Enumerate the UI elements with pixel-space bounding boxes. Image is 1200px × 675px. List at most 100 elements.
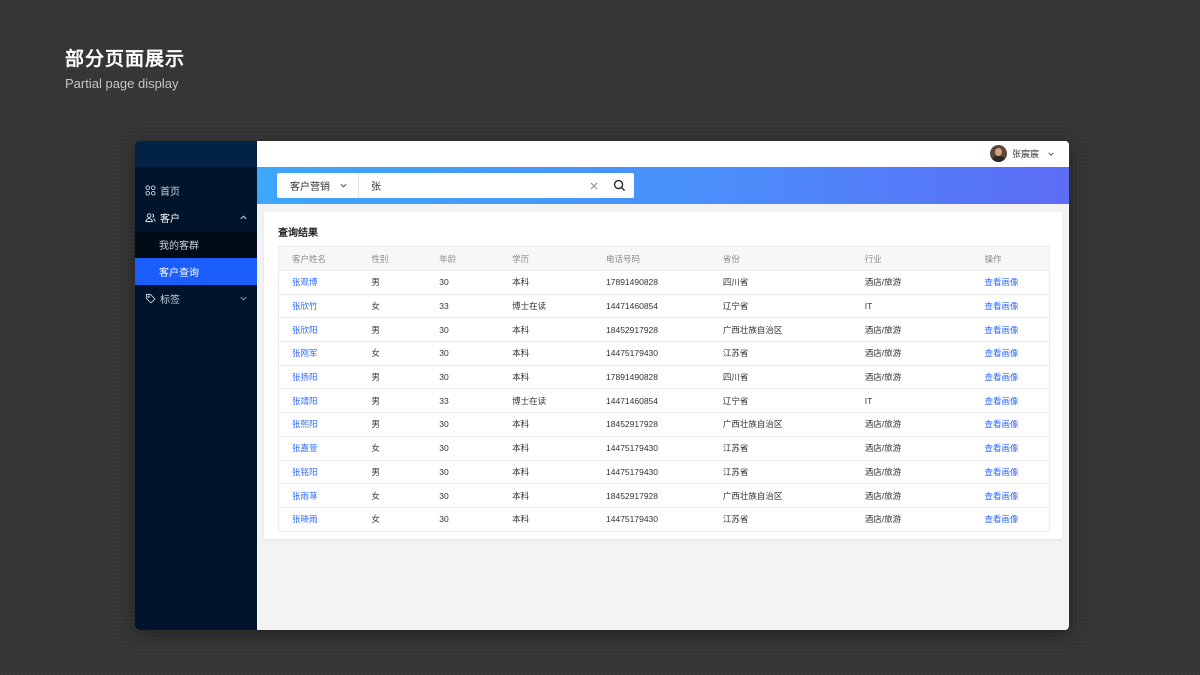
table-cell: 14475179430 xyxy=(606,443,659,454)
table-cell: 男 xyxy=(371,277,380,288)
table-cell: 30 xyxy=(439,324,449,335)
table-cell: 18452917928 xyxy=(606,490,659,501)
table-cell: 辽宁省 xyxy=(722,301,749,312)
chevron-down-icon xyxy=(240,296,247,301)
table-cell: 酒店/旅游 xyxy=(864,324,902,335)
table-cell: 14475179430 xyxy=(606,348,659,359)
customer-name-link[interactable]: 张观博 xyxy=(279,271,359,295)
table-cell: 酒店/旅游 xyxy=(864,372,902,383)
users-icon xyxy=(145,213,156,223)
results-card: 查询结果 客户姓名 性别 年龄 学历 电话号码 省份 行业 操作 张观博男 30 本科 178914… xyxy=(264,212,1062,539)
customer-name-link[interactable]: 张晓雨 xyxy=(279,507,359,531)
table-cell: 四川省 xyxy=(722,372,749,383)
customer-name-link[interactable]: 张雨荨 xyxy=(279,484,359,508)
search-input[interactable]: 张 xyxy=(359,178,589,193)
table-cell: 酒店/旅游 xyxy=(864,466,902,477)
table-cell: 江苏省 xyxy=(722,348,749,359)
sidebar-item-customer[interactable]: 客户 xyxy=(135,204,257,231)
table-cell: 江苏省 xyxy=(722,514,749,525)
customer-name-link[interactable]: 张扬阳 xyxy=(279,365,359,389)
sidebar-item-home[interactable]: 首页 xyxy=(135,177,257,204)
customer-name-link[interactable]: 张欣竹 xyxy=(279,294,359,318)
table-cell: 男 xyxy=(371,372,380,383)
customer-name-link[interactable]: 张嘉萱 xyxy=(279,436,359,460)
view-profile-link[interactable]: 查看画像 xyxy=(972,318,1050,342)
view-profile-link[interactable]: 查看画像 xyxy=(972,365,1050,389)
view-profile-link[interactable]: 查看画像 xyxy=(972,484,1050,508)
sidebar-item-label: 标签 xyxy=(160,295,180,306)
table-cell: 广西壮族自治区 xyxy=(722,324,783,335)
table-row: 张嘉萱 女 30 本科 14475179430 江苏省 酒店/旅游 查看画像 xyxy=(278,436,1050,460)
view-profile-link[interactable]: 查看画像 xyxy=(972,413,1050,437)
table-cell: 本科 xyxy=(512,277,530,288)
view-profile-link[interactable]: 查看画像 xyxy=(972,507,1050,531)
table-cell: 30 xyxy=(439,372,449,383)
table-cell: 本科 xyxy=(512,514,530,525)
table-cell: 男 xyxy=(371,466,380,477)
column-header: 省份 xyxy=(722,253,740,264)
slide-title: 部分页面展示 xyxy=(65,49,186,70)
table-cell: 17891490828 xyxy=(606,372,659,383)
search-icon[interactable] xyxy=(613,179,626,192)
view-profile-link[interactable]: 查看画像 xyxy=(972,342,1050,366)
table-cell: 江苏省 xyxy=(722,443,749,454)
view-profile-link[interactable]: 查看画像 xyxy=(972,436,1050,460)
home-grid-icon xyxy=(145,185,156,196)
table-row: 张观博 男 30 本科 17891490828 四川省 酒店/旅游 查看画像 xyxy=(278,270,1050,295)
table-row: 张刚军 女 30 本科 14475179430 江苏省 酒店/旅游 查看画像 xyxy=(278,341,1050,366)
close-icon[interactable] xyxy=(589,181,599,191)
results-table: 客户姓名 性别 年龄 学历 电话号码 省份 行业 操作 张观博男 30 本科 17891490828… xyxy=(278,246,1050,532)
customer-name-link[interactable]: 张熙阳 xyxy=(279,413,359,437)
table-cell: 18452917928 xyxy=(606,419,659,430)
table-row: 张欣阳 男 30 本科 18452917928 广西壮族自治区 酒店/旅游 查看画像 xyxy=(278,317,1050,342)
table-cell: 14471460854 xyxy=(606,301,659,312)
column-header: 年龄 xyxy=(439,253,457,264)
table-cell: 四川省 xyxy=(722,277,749,288)
table-cell: 本科 xyxy=(512,372,530,383)
app-window: 首页 客户 我的客群 客户查询 标签 张宸宸 客户营销 张 查询结果 客户姓名 … xyxy=(135,141,1069,630)
table-cell: 本科 xyxy=(512,443,530,454)
tag-icon xyxy=(145,293,156,304)
table-row: 张扬阳 男 30 本科 17891490828 四川省 酒店/旅游 查看画像 xyxy=(278,365,1050,389)
sidebar-item-label: 客户查询 xyxy=(159,268,199,279)
table-row: 张雨荨 女 30 本科 18452917928 广西壮族自治区 酒店/旅游 查看画像 xyxy=(278,483,1050,508)
search-category-value: 客户营销 xyxy=(290,182,330,193)
view-profile-link[interactable]: 查看画像 xyxy=(972,271,1050,295)
view-profile-link[interactable]: 查看画像 xyxy=(972,294,1050,318)
sidebar-item-tags[interactable]: 标签 xyxy=(135,285,257,312)
table-cell: 女 xyxy=(371,490,380,501)
table-cell: 男 xyxy=(371,324,380,335)
topbar: 张宸宸 xyxy=(257,141,1069,167)
customer-name-link[interactable]: 张刚军 xyxy=(279,342,359,366)
table-row: 张铭阳 男 30 本科 14475179430 江苏省 酒店/旅游 查看画像 xyxy=(278,460,1050,484)
table-cell: IT xyxy=(864,395,873,406)
table-cell: 本科 xyxy=(512,324,530,335)
sidebar-item-label: 客户 xyxy=(160,214,180,225)
chevron-down-icon xyxy=(1048,151,1054,156)
user-menu[interactable]: 张宸宸 xyxy=(989,145,1055,162)
customer-name-link[interactable]: 张铭阳 xyxy=(279,460,359,484)
table-cell: 辽宁省 xyxy=(722,395,749,406)
table-cell: 酒店/旅游 xyxy=(864,348,902,359)
customer-name-link[interactable]: 张靖阳 xyxy=(279,389,359,413)
table-cell: 本科 xyxy=(512,348,530,359)
table-cell: 30 xyxy=(439,490,449,501)
table-cell: 酒店/旅游 xyxy=(864,277,902,288)
table-cell: 女 xyxy=(371,348,380,359)
results-title: 查询结果 xyxy=(278,228,318,239)
sidebar-item-my-groups[interactable]: 我的客群 xyxy=(135,231,257,258)
table-cell: 17891490828 xyxy=(606,277,659,288)
view-profile-link[interactable]: 查看画像 xyxy=(972,460,1050,484)
view-profile-link[interactable]: 查看画像 xyxy=(972,389,1050,413)
sidebar-logo-bar xyxy=(135,141,257,167)
sidebar-item-customer-query[interactable]: 客户查询 xyxy=(135,258,257,285)
table-cell: 14475179430 xyxy=(606,466,659,477)
table-cell: 33 xyxy=(439,301,449,312)
user-name: 张宸宸 xyxy=(1011,149,1039,159)
search-category-select[interactable]: 客户营销 xyxy=(277,173,359,198)
column-header: 操作 xyxy=(984,253,1002,264)
table-cell: 30 xyxy=(439,514,449,525)
table-row: 张欣竹 女 33 博士在读 14471460854 辽宁省 IT 查看画像 xyxy=(278,294,1050,318)
column-header: 行业 xyxy=(864,253,882,264)
customer-name-link[interactable]: 张欣阳 xyxy=(279,318,359,342)
